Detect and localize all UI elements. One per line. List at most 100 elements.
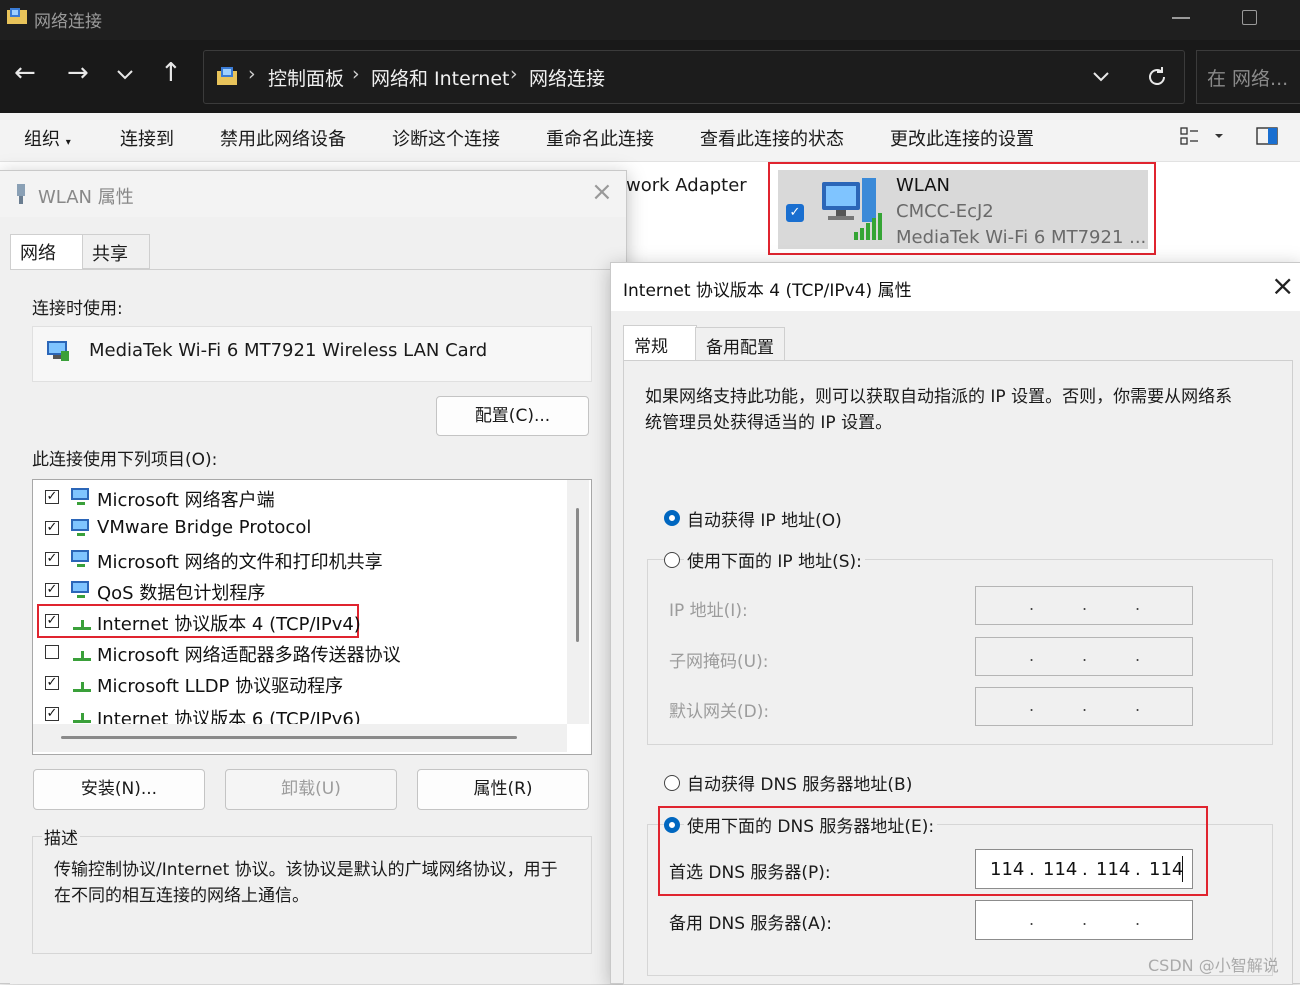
- item-checkbox[interactable]: ✓: [45, 676, 59, 690]
- breadcrumb-control-panel[interactable]: 控制面板: [268, 64, 344, 91]
- default-gateway-label: 默认网关(D):: [669, 702, 770, 722]
- network-card-icon: [47, 341, 69, 361]
- forward-arrow-icon[interactable]: →: [67, 58, 89, 88]
- list-item[interactable]: ✓ VMware Bridge Protocol: [43, 513, 563, 543]
- organize-label: 组织: [24, 129, 60, 150]
- list-item[interactable]: ✓ Internet 协议版本 6 (TCP/IPv6): [43, 699, 563, 724]
- view-status-button[interactable]: 查看此连接的状态: [700, 125, 844, 151]
- tab-alternate[interactable]: 备用配置: [695, 327, 785, 361]
- item-label: Microsoft 网络客户端: [97, 490, 275, 511]
- connect-using-label: 连接时使用:: [32, 299, 123, 319]
- dns-octet-2[interactable]: 114: [1043, 859, 1077, 880]
- item-checkbox[interactable]: ✓: [45, 583, 59, 597]
- preferred-dns-label: 首选 DNS 服务器(P):: [669, 863, 831, 883]
- manual-ip-label[interactable]: 使用下面的 IP 地址(S):: [684, 547, 865, 572]
- octet-dot: .: [1082, 910, 1088, 929]
- octet-dot: .: [1135, 595, 1141, 614]
- dns-octet-3[interactable]: 114: [1096, 859, 1130, 880]
- view-options-icon[interactable]: [1180, 127, 1224, 145]
- list-item[interactable]: ✓ Microsoft 网络客户端: [43, 482, 563, 512]
- items-list-content: ✓ Microsoft 网络客户端 ✓ VMware Bridge Protoc…: [37, 482, 563, 724]
- back-arrow-icon[interactable]: ←: [14, 58, 36, 88]
- tab-sharing-label: 共享: [92, 244, 128, 265]
- octet-dot: .: [1029, 595, 1035, 614]
- list-item[interactable]: Microsoft 网络适配器多路传送器协议: [43, 637, 563, 667]
- alternate-dns-field[interactable]: ...: [975, 900, 1193, 940]
- network-folder-icon: [7, 8, 27, 24]
- auto-dns-radio[interactable]: [664, 775, 680, 791]
- dns-octet-1[interactable]: 114: [990, 859, 1024, 880]
- adapter-device: MediaTek Wi-Fi 6 MT7921 ...: [896, 227, 1147, 248]
- address-bar[interactable]: › 控制面板 › 网络和 Internet › 网络连接: [203, 50, 1185, 104]
- refresh-icon[interactable]: [1146, 66, 1168, 88]
- list-item[interactable]: ✓ QoS 数据包计划程序: [43, 575, 563, 605]
- auto-ip-label[interactable]: 自动获得 IP 地址(O): [687, 506, 842, 531]
- list-item-ipv4[interactable]: ✓ Internet 协议版本 4 (TCP/IPv4): [43, 606, 563, 636]
- rename-button[interactable]: 重命名此连接: [546, 125, 654, 151]
- breadcrumb-network-connections[interactable]: 网络连接: [529, 64, 605, 91]
- breadcrumb-separator-icon: ›: [510, 63, 518, 85]
- selection-checkbox[interactable]: ✓: [786, 204, 804, 222]
- connect-to-button[interactable]: 连接到: [120, 125, 174, 151]
- breadcrumb-separator-icon: ›: [352, 63, 360, 85]
- list-item[interactable]: ✓ Microsoft 网络的文件和打印机共享: [43, 544, 563, 574]
- maximize-button[interactable]: [1242, 10, 1257, 25]
- install-button[interactable]: 安装(N)...: [33, 769, 205, 810]
- item-label: QoS 数据包计划程序: [97, 583, 266, 604]
- vertical-scrollbar[interactable]: [567, 480, 589, 724]
- auto-ip-radio[interactable]: [664, 510, 680, 526]
- default-gateway-field[interactable]: ...: [975, 687, 1193, 726]
- auto-dns-label[interactable]: 自动获得 DNS 服务器地址(B): [687, 770, 912, 795]
- subnet-mask-label: 子网掩码(U):: [669, 652, 769, 672]
- diagnose-button[interactable]: 诊断这个连接: [392, 125, 500, 151]
- command-bar: 组织 ▾ 连接到 禁用此网络设备 诊断这个连接 重命名此连接 查看此连接的状态 …: [0, 113, 1300, 162]
- address-dropdown-chevron-icon[interactable]: [1092, 71, 1110, 83]
- change-settings-button[interactable]: 更改此连接的设置: [890, 125, 1034, 151]
- dialog-title: WLAN 属性: [38, 187, 134, 208]
- organize-menu[interactable]: 组织 ▾: [24, 125, 71, 151]
- item-checkbox[interactable]: ✓: [45, 614, 59, 628]
- list-item[interactable]: ✓ Microsoft LLDP 协议驱动程序: [43, 668, 563, 698]
- item-checkbox[interactable]: ✓: [45, 521, 59, 535]
- subnet-mask-field[interactable]: ...: [975, 637, 1193, 676]
- close-icon[interactable]: ×: [1271, 269, 1294, 302]
- close-icon[interactable]: ×: [591, 177, 613, 207]
- protocol-icon: [73, 620, 91, 630]
- manual-dns-label[interactable]: 使用下面的 DNS 服务器地址(E):: [684, 812, 938, 837]
- tab-network-label: 网络: [20, 243, 56, 264]
- octet-dot: .: [1135, 646, 1141, 665]
- tab-sharing[interactable]: 共享: [82, 234, 150, 269]
- manual-dns-radio[interactable]: [664, 817, 680, 833]
- horizontal-scrollbar[interactable]: [33, 724, 567, 752]
- ip-address-field[interactable]: ...: [975, 586, 1193, 625]
- intro-text: 如果网络支持此功能，则可以获取自动指派的 IP 设置。否则，你需要从网络系统管理…: [645, 387, 1233, 433]
- scrollbar-thumb[interactable]: [61, 736, 517, 739]
- properties-button[interactable]: 属性(R): [417, 769, 589, 810]
- preview-pane-icon[interactable]: [1256, 127, 1278, 145]
- protocol-icon: [73, 682, 91, 692]
- tab-general[interactable]: 常规: [623, 325, 697, 362]
- wlan-adapter-item[interactable]: ✓ WLAN CMCC-EcJ2 MediaTek Wi-Fi 6 MT7921…: [768, 162, 1156, 255]
- minimize-button[interactable]: [1172, 17, 1190, 19]
- ipv4-properties-dialog: Internet 协议版本 4 (TCP/IPv4) 属性 × 常规 备用配置 …: [610, 262, 1300, 985]
- uninstall-button[interactable]: 卸载(U): [225, 769, 397, 810]
- octet-dot: .: [1135, 696, 1141, 715]
- item-checkbox[interactable]: ✓: [45, 707, 59, 721]
- recent-locations-chevron-icon[interactable]: [116, 69, 134, 81]
- manual-ip-radio[interactable]: [664, 552, 680, 568]
- tab-network[interactable]: 网络: [10, 234, 84, 271]
- disable-device-button[interactable]: 禁用此网络设备: [220, 125, 346, 151]
- breadcrumb-network-internet[interactable]: 网络和 Internet: [371, 64, 509, 91]
- dns-octet-4[interactable]: 114: [1149, 859, 1183, 880]
- up-arrow-icon[interactable]: ↑: [160, 58, 182, 88]
- preferred-dns-field[interactable]: 114 . 114 . 114 . 114: [975, 849, 1193, 889]
- item-checkbox[interactable]: ✓: [45, 490, 59, 504]
- alternate-dns-label: 备用 DNS 服务器(A):: [669, 914, 833, 934]
- scrollbar-thumb[interactable]: [576, 508, 579, 642]
- search-input[interactable]: 在 网络...: [1196, 50, 1300, 104]
- watermark: CSDN @小智解说: [1148, 956, 1279, 975]
- item-checkbox[interactable]: [45, 645, 59, 659]
- wlan-properties-dialog: WLAN 属性 × 网络 共享 连接时使用: MediaTek Wi-Fi 6 …: [0, 170, 627, 984]
- item-checkbox[interactable]: ✓: [45, 552, 59, 566]
- configure-button[interactable]: 配置(C)...: [436, 396, 589, 436]
